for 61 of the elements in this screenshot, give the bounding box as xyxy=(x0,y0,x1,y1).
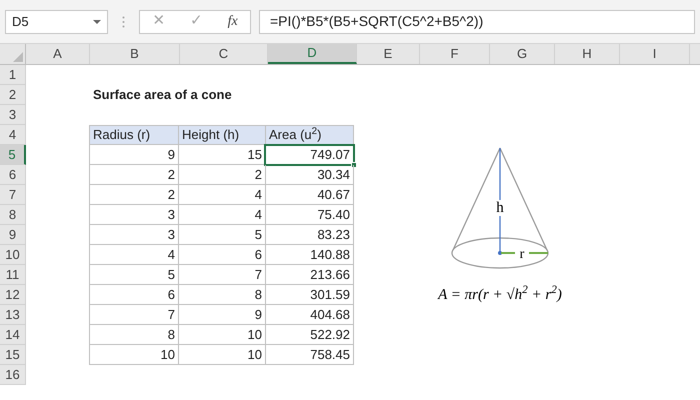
row-header[interactable]: 14 xyxy=(0,325,26,345)
column-heading: Radius (r) xyxy=(89,125,179,145)
area-formula: A = πr(r + √h$^{2}$ + r$^{2}$) xyxy=(438,284,562,305)
insert-function-button[interactable]: fx xyxy=(228,11,238,32)
table-cell: 2 xyxy=(89,165,179,185)
row-header[interactable]: 7 xyxy=(0,185,26,205)
table-cell: 40.67 xyxy=(265,185,354,205)
row-header[interactable]: 5 xyxy=(0,145,26,165)
table-cell: 140.88 xyxy=(265,245,354,265)
column-header[interactable]: A xyxy=(26,44,90,64)
table-cell: 75.40 xyxy=(265,205,354,225)
height-label: h xyxy=(496,200,504,216)
table-cell: 3 xyxy=(89,225,179,245)
radius-label: r xyxy=(520,247,524,262)
table-cell: 3 xyxy=(89,205,179,225)
table-cell: 522.92 xyxy=(265,325,354,345)
column-heading: Area (u$^{2}$) xyxy=(265,125,354,145)
table-cell: 7 xyxy=(89,305,179,325)
table-cell: 9 xyxy=(89,145,179,165)
table-cell: 5 xyxy=(89,265,179,285)
row-header[interactable]: 2 xyxy=(0,85,26,105)
row-header[interactable]: 9 xyxy=(0,225,26,245)
column-header[interactable]: E xyxy=(357,44,420,64)
row-header[interactable]: 12 xyxy=(0,285,26,305)
row-header[interactable]: 15 xyxy=(0,345,26,365)
column-header[interactable]: D xyxy=(268,44,357,64)
column-header[interactable]: I xyxy=(620,44,690,64)
dropdown-caret-icon xyxy=(93,20,101,24)
row-header[interactable]: 11 xyxy=(0,265,26,285)
row-header[interactable]: 13 xyxy=(0,305,26,325)
drag-handle-icon xyxy=(122,16,125,28)
table-cell: 301.59 xyxy=(265,285,354,305)
row-header[interactable]: 8 xyxy=(0,205,26,225)
fill-handle[interactable] xyxy=(351,162,357,168)
formula-field[interactable]: =PI()*B5*(B5+SQRT(C5^2+B5^2)) xyxy=(259,10,695,34)
table-cell: 83.23 xyxy=(265,225,354,245)
table-cell: 30.34 xyxy=(265,165,354,185)
table-cell: 8 xyxy=(89,325,179,345)
table-cell: 6 xyxy=(89,285,179,305)
row-header[interactable]: 3 xyxy=(0,105,26,125)
name-box[interactable]: D5 xyxy=(5,10,108,34)
column-header[interactable]: H xyxy=(555,44,620,64)
row-header[interactable]: 6 xyxy=(0,165,26,185)
row-header[interactable]: 16 xyxy=(0,365,26,385)
table-cell: 213.66 xyxy=(265,265,354,285)
table-cell: 4 xyxy=(89,245,179,265)
table-cell: 404.68 xyxy=(265,305,354,325)
column-heading: Height (h) xyxy=(178,125,266,145)
row-header[interactable]: 4 xyxy=(0,125,26,145)
table-cell: 758.45 xyxy=(265,345,354,365)
table-cell: 10 xyxy=(89,345,179,365)
formula-text: =PI()*B5*(B5+SQRT(C5^2+B5^2)) xyxy=(270,12,484,31)
row-header[interactable]: 10 xyxy=(0,245,26,265)
table-cell: 749.07 xyxy=(265,145,354,165)
sheet-title: Surface area of a cone xyxy=(93,86,232,104)
name-box-text: D5 xyxy=(12,12,29,31)
table-cell: 2 xyxy=(89,185,179,205)
column-header[interactable]: F xyxy=(420,44,490,64)
row-header[interactable]: 1 xyxy=(0,65,26,85)
column-header[interactable]: B xyxy=(90,44,180,64)
column-header[interactable]: G xyxy=(490,44,555,64)
